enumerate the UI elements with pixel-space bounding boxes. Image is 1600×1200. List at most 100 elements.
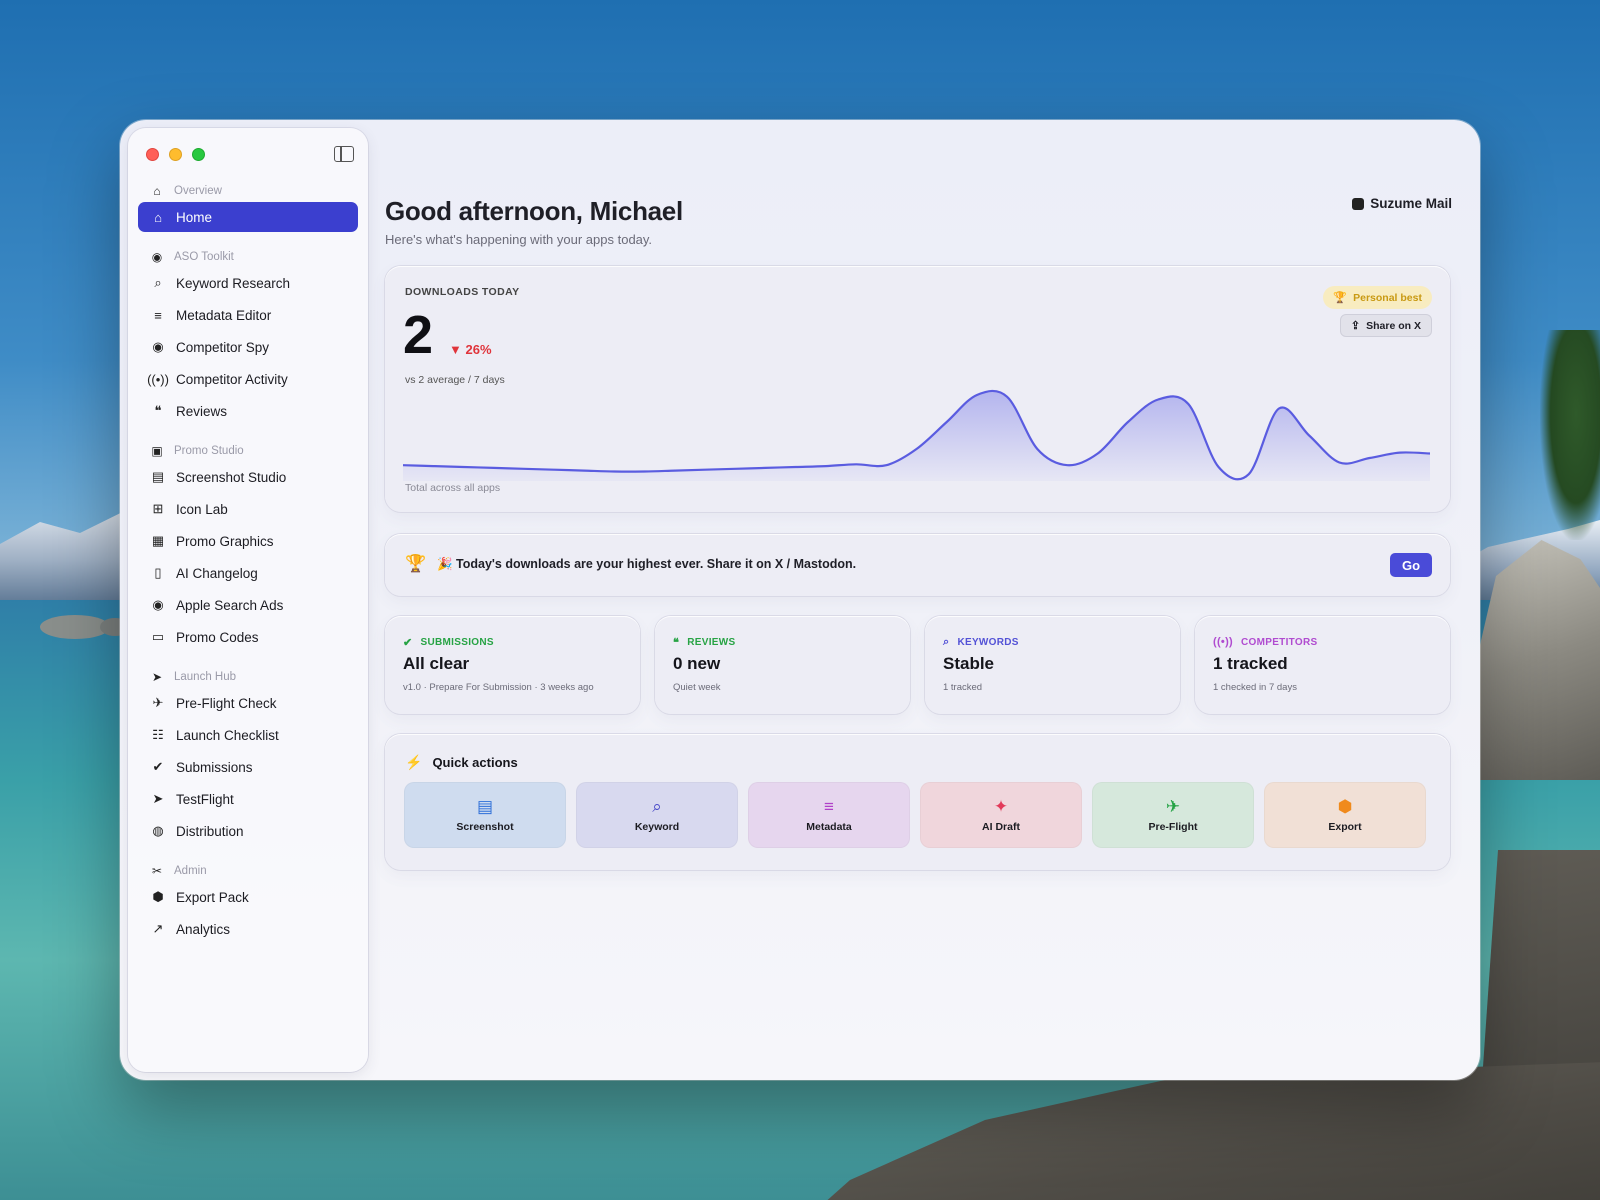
sidebar-item-reviews[interactable]: ❝ Reviews (138, 396, 358, 426)
sidebar-item-launch-checklist[interactable]: ☷ Launch Checklist (138, 720, 358, 750)
chart-area (403, 390, 1430, 481)
quick-action-label: AI Draft (982, 821, 1020, 833)
stat-label: ⌕ KEYWORDS (943, 636, 1019, 649)
sidebar-item-label: Promo Graphics (176, 533, 274, 549)
stat-card-reviews[interactable]: ❝ REVIEWS 0 new Quiet week (655, 616, 910, 714)
quick-action-ai-draft[interactable]: ✦ AI Draft (920, 782, 1082, 848)
stat-subtext: Quiet week (673, 682, 721, 693)
downloads-footer: Total across all apps (405, 482, 501, 494)
sparkles-icon: ✦ (993, 797, 1009, 816)
window-controls (146, 148, 205, 161)
sidebar-section-title: Promo Studio (174, 445, 244, 457)
downloads-title: DOWNLOADS TODAY (405, 286, 520, 298)
sidebar-item-label: Icon Lab (176, 501, 228, 517)
quick-action-screenshot[interactable]: ▤ Screenshot (404, 782, 566, 848)
sidebar-item-promo-graphics[interactable]: ▦ Promo Graphics (138, 526, 358, 556)
photos-icon: ▤ (151, 469, 165, 484)
quick-action-pre-flight[interactable]: ✈ Pre-Flight (1092, 782, 1254, 848)
stat-label-text: KEYWORDS (957, 637, 1019, 648)
sidebar-item-competitor-activity[interactable]: ((•)) Competitor Activity (138, 364, 358, 394)
sidebar-item-label: Apple Search Ads (176, 597, 284, 613)
stat-label: ((•)) COMPETITORS (1213, 636, 1317, 648)
share-icon: ⇪ (1350, 320, 1361, 332)
sidebar-item-home[interactable]: ⌂ Home (138, 202, 358, 232)
quick-actions-label: Quick actions (432, 755, 518, 770)
sidebar-item-distribution[interactable]: ◍ Distribution (138, 816, 358, 846)
eye-icon: ◉ (152, 339, 164, 354)
app-selector[interactable]: Suzume Mail (1352, 196, 1452, 211)
sidebar-item-competitor-spy[interactable]: ◉ Competitor Spy (138, 332, 358, 362)
speech-bubbles-icon: ❝ (673, 637, 680, 649)
sidebar-item-pre-flight-check[interactable]: ✈ Pre-Flight Check (138, 688, 358, 718)
sidebar-section-aso-toolkit: ◉ ASO Toolkit (138, 246, 358, 268)
sidebar-item-label: AI Changelog (176, 565, 258, 581)
stat-value: 1 tracked (1213, 654, 1288, 673)
sidebar-item-label: Competitor Activity (176, 371, 288, 387)
minimize-button[interactable] (169, 148, 182, 161)
sidebar-item-apple-search-ads[interactable]: ◉ Apple Search Ads (138, 590, 358, 620)
text-lines-icon: ≡ (154, 307, 162, 323)
quick-action-export[interactable]: ⬢ Export (1264, 782, 1426, 848)
sidebar-item-analytics[interactable]: ↗ Analytics (138, 914, 358, 944)
chart-line-icon: ↗ (152, 921, 164, 936)
sidebar-item-keyword-research[interactable]: ⌕ Keyword Research (138, 268, 358, 298)
sidebar-item-ai-changelog[interactable]: ▯ AI Changelog (138, 558, 358, 588)
document-icon: ▯ (154, 565, 162, 580)
stat-card-submissions[interactable]: ✔ SUBMISSIONS All clear v1.0 · Prepare For … (385, 616, 640, 714)
stat-card-keywords[interactable]: ⌕ KEYWORDS Stable 1 tracked (925, 616, 1180, 714)
sidebar-item-label: Metadata Editor (176, 307, 272, 323)
page-title: Good afternoon, Michael (385, 196, 683, 226)
paperplane-icon: ➤ (151, 670, 163, 684)
sidebar-item-screenshot-studio[interactable]: ▤ Screenshot Studio (138, 462, 358, 492)
go-button[interactable]: Go (1390, 553, 1432, 577)
cube-icon: ⬢ (152, 889, 164, 904)
close-button[interactable] (146, 148, 159, 161)
quick-actions-card: ⚡ Quick actions ▤ Screenshot ⌕ Keyword ≡ Meta… (385, 734, 1450, 870)
quick-actions-title: ⚡ Quick actions (405, 754, 518, 771)
grid-icon: ⊞ (152, 501, 164, 516)
quick-action-keyword[interactable]: ⌕ Keyword (576, 782, 738, 848)
trophy-icon: 🏆 (1333, 292, 1348, 304)
speech-bubbles-icon: ❝ (154, 403, 162, 418)
tools-icon: ✂ (151, 864, 163, 878)
app-window: ⌂ Overview ⌂ Home ◉ ASO Toolkit ⌕ Keyword Resea… (120, 120, 1480, 1080)
ticket-icon: ▭ (151, 629, 165, 644)
magnifier-icon: ⌕ (943, 636, 950, 648)
personal-best-banner: 🏆 🎉 Today's downloads are your highest e… (385, 534, 1450, 596)
sidebar-item-label: Distribution (176, 823, 244, 839)
lightning-icon: ⚡ (405, 754, 423, 770)
app-icon (1352, 197, 1365, 210)
quick-action-metadata[interactable]: ≡ Metadata (748, 782, 910, 848)
zoom-button[interactable] (192, 148, 205, 161)
quick-action-label: Export (1328, 821, 1362, 833)
sidebar-item-export-pack[interactable]: ⬢ Export Pack (138, 882, 358, 912)
stat-subtext: v1.0 · Prepare For Submission · 3 weeks … (403, 682, 594, 693)
downloads-value: 2 (403, 305, 434, 365)
personal-best-label: Personal best (1353, 291, 1422, 304)
sidebar-toggle-icon[interactable] (334, 146, 354, 162)
sidebar-item-testflight[interactable]: ➤ TestFlight (138, 784, 358, 814)
sidebar-item-label: Keyword Research (176, 275, 291, 291)
share-on-x-button[interactable]: ⇪ Share on X (1339, 314, 1432, 337)
paperplane-icon: ➤ (152, 791, 164, 806)
stat-subtext: 1 checked in 7 days (1213, 682, 1297, 693)
sidebar-item-label: TestFlight (176, 791, 234, 807)
page-subtitle: Here's what's happening with your apps t… (385, 232, 653, 247)
app-name: Suzume Mail (1370, 196, 1452, 211)
stat-label-text: SUBMISSIONS (420, 637, 494, 648)
sidebar-item-icon-lab[interactable]: ⊞ Icon Lab (138, 494, 358, 524)
sidebar-item-label: Export Pack (176, 889, 249, 905)
photos-icon: ▤ (476, 797, 494, 816)
antenna-icon: ((•)) (1213, 636, 1234, 648)
downloads-delta: ▼ 26% (449, 342, 492, 357)
search-circle-icon: ◉ (151, 250, 163, 264)
personal-best-badge: 🏆 Personal best (1323, 286, 1432, 309)
sidebar-item-submissions[interactable]: ✔ Submissions (138, 752, 358, 782)
stat-label: ✔ SUBMISSIONS (403, 636, 494, 649)
stat-card-competitors[interactable]: ((•)) COMPETITORS 1 tracked 1 checked in 7 … (1195, 616, 1450, 714)
sidebar-item-promo-codes[interactable]: ▭ Promo Codes (138, 622, 358, 652)
downloads-chart (403, 389, 1430, 481)
sidebar-item-metadata-editor[interactable]: ≡ Metadata Editor (138, 300, 358, 330)
quick-action-label: Pre-Flight (1148, 821, 1198, 833)
house-icon: ⌂ (153, 184, 161, 198)
